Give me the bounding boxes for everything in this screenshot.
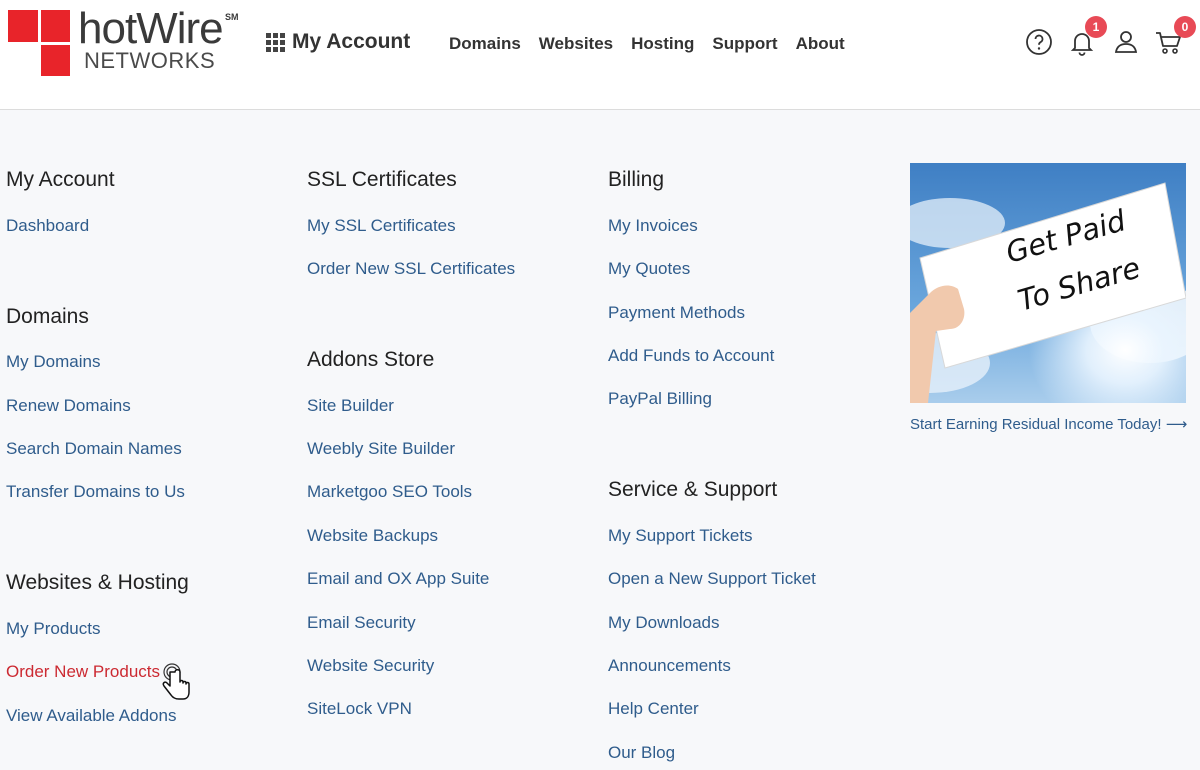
nav-support[interactable]: Support: [712, 34, 777, 54]
section-title-addons: Addons Store: [307, 348, 435, 371]
notifications-badge: 1: [1085, 16, 1107, 38]
link-my-downloads[interactable]: My Downloads: [608, 613, 720, 633]
site-header: hotWire SM NETWORKS My Account Domains W…: [0, 0, 1200, 110]
link-open-ticket[interactable]: Open a New Support Ticket: [608, 569, 816, 589]
link-sitelock-vpn[interactable]: SiteLock VPN: [307, 699, 412, 719]
nav-websites[interactable]: Websites: [539, 34, 613, 54]
promo-image[interactable]: Get Paid To Share: [910, 163, 1186, 403]
section-title-domains: Domains: [6, 305, 89, 328]
promo-link[interactable]: Start Earning Residual Income Today! ⟶: [910, 415, 1187, 433]
section-title-billing: Billing: [608, 168, 665, 191]
link-add-funds[interactable]: Add Funds to Account: [608, 346, 774, 366]
nav-domains[interactable]: Domains: [449, 34, 521, 54]
my-account-menu[interactable]: My Account: [292, 30, 410, 54]
logo-subtitle: NETWORKS: [84, 48, 216, 73]
section-title-service-support: Service & Support: [608, 478, 778, 501]
link-marketgoo[interactable]: Marketgoo SEO Tools: [307, 482, 472, 502]
nav-hosting[interactable]: Hosting: [631, 34, 694, 54]
link-website-security[interactable]: Website Security: [307, 656, 434, 676]
link-view-available-addons[interactable]: View Available Addons: [6, 706, 176, 726]
link-search-domain-names[interactable]: Search Domain Names: [6, 439, 182, 459]
link-help-center[interactable]: Help Center: [608, 699, 699, 719]
cart-badge: 0: [1174, 16, 1196, 38]
link-order-ssl[interactable]: Order New SSL Certificates: [307, 259, 515, 279]
link-my-domains[interactable]: My Domains: [6, 352, 100, 372]
link-transfer-domains[interactable]: Transfer Domains to Us: [6, 482, 185, 502]
hotwire-logo[interactable]: hotWire SM NETWORKS: [8, 4, 243, 78]
link-dashboard[interactable]: Dashboard: [6, 216, 89, 236]
main-nav: Domains Websites Hosting Support About: [449, 34, 845, 54]
section-title-my-account: My Account: [6, 168, 115, 191]
section-title-ssl: SSL Certificates: [307, 168, 457, 191]
link-email-ox[interactable]: Email and OX App Suite: [307, 569, 489, 589]
link-site-builder[interactable]: Site Builder: [307, 396, 394, 416]
link-our-blog[interactable]: Our Blog: [608, 743, 675, 763]
hand-cursor-icon: [160, 660, 192, 702]
link-website-backups[interactable]: Website Backups: [307, 526, 438, 546]
link-my-products[interactable]: My Products: [6, 619, 100, 639]
link-my-support-tickets[interactable]: My Support Tickets: [608, 526, 753, 546]
link-email-security[interactable]: Email Security: [307, 613, 416, 633]
link-my-ssl[interactable]: My SSL Certificates: [307, 216, 456, 236]
link-renew-domains[interactable]: Renew Domains: [6, 396, 131, 416]
logo-wordmark: hotWire: [78, 4, 224, 53]
link-my-invoices[interactable]: My Invoices: [608, 216, 698, 236]
link-announcements[interactable]: Announcements: [608, 656, 731, 676]
nav-about[interactable]: About: [796, 34, 845, 54]
user-icon[interactable]: [1112, 28, 1142, 58]
link-order-new-products[interactable]: Order New Products: [6, 662, 160, 682]
section-title-websites-hosting: Websites & Hosting: [6, 571, 189, 594]
link-paypal-billing[interactable]: PayPal Billing: [608, 389, 712, 409]
logo-service-mark: SM: [225, 12, 239, 22]
link-my-quotes[interactable]: My Quotes: [608, 259, 690, 279]
grid-icon[interactable]: [266, 33, 285, 52]
link-payment-methods[interactable]: Payment Methods: [608, 303, 745, 323]
help-icon[interactable]: [1025, 28, 1055, 58]
link-weebly[interactable]: Weebly Site Builder: [307, 439, 455, 459]
logo-squares-icon: [8, 10, 70, 76]
